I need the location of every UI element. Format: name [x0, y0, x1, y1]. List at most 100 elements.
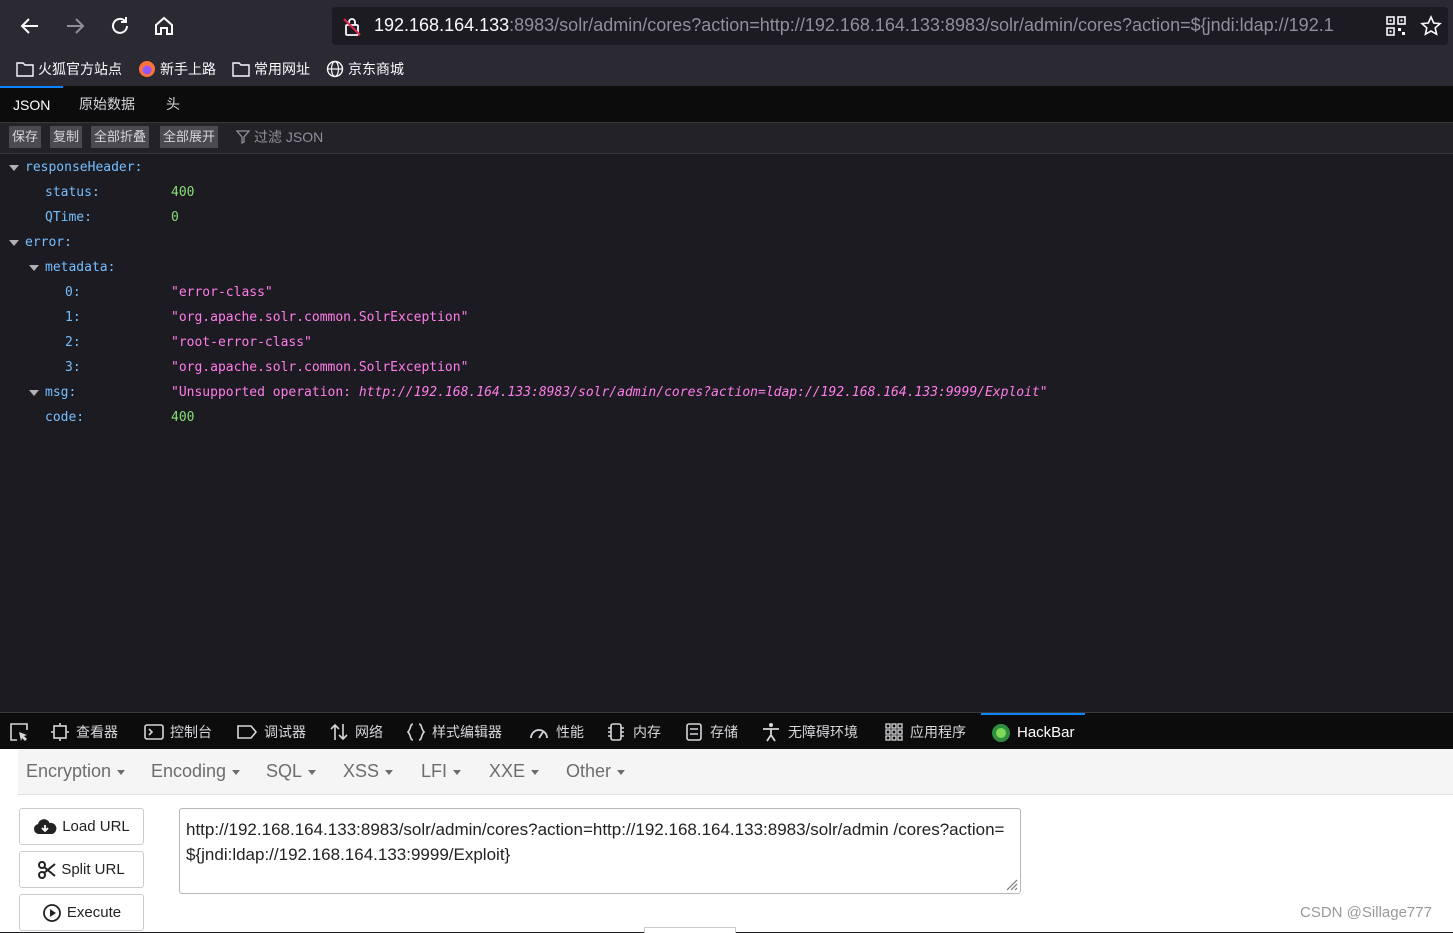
url-textarea[interactable]: http://192.168.164.133:8983/solr/admin/c…: [179, 808, 1021, 894]
menu-xss[interactable]: XSS: [343, 749, 394, 794]
expand-triangle-icon[interactable]: [29, 265, 39, 271]
qr-code-icon[interactable]: [1386, 16, 1406, 40]
msg-url-link[interactable]: http://192.168.164.133:8983/solr/admin/c…: [359, 385, 1040, 400]
menu-label: Encryption: [26, 761, 112, 781]
tab-application[interactable]: 应用程序: [884, 713, 966, 750]
menu-label: LFI: [421, 761, 448, 781]
tab-console[interactable]: 控制台: [144, 713, 212, 750]
tab-storage[interactable]: 存储: [684, 713, 738, 750]
key-metadata-0: 0:: [65, 285, 81, 300]
style-editor-icon: [406, 722, 426, 741]
play-circle-icon: [42, 903, 61, 922]
url-bar-actions: [1374, 7, 1448, 45]
hackbar-menu: Encryption Encoding SQL XSS LFI XXE Othe…: [18, 749, 1453, 795]
expand-triangle-icon[interactable]: [9, 240, 19, 246]
tab-hackbar[interactable]: HackBar: [981, 713, 1085, 750]
value-qtime: 0: [171, 210, 179, 225]
split-url-label: Split URL: [61, 861, 125, 878]
tab-performance[interactable]: 性能: [528, 713, 584, 750]
forward-arrow-icon[interactable]: [61, 12, 89, 40]
bookmark-common-sites[interactable]: 常用网址: [232, 59, 310, 79]
url-bar[interactable]: 192.168.164.133:8983/solr/admin/cores?ac…: [332, 7, 1448, 45]
tab-memory[interactable]: 内存: [605, 713, 661, 750]
tree-row-status[interactable]: status:: [45, 180, 100, 205]
bookmark-firefox-official[interactable]: 火狐官方站点: [16, 59, 122, 79]
devtools-tabbar: 查看器 控制台 调试器 网络 样式编辑器 性能 内存 存储 无障碍环境 应用程序…: [0, 712, 1453, 750]
tab-style-editor[interactable]: 样式编辑器: [406, 713, 502, 750]
bookmark-jd-mall[interactable]: 京东商城: [326, 59, 404, 79]
tab-inspector[interactable]: 查看器: [50, 713, 118, 750]
tab-raw-data[interactable]: 原始数据: [79, 86, 135, 122]
filter-json-input[interactable]: 过滤 JSON: [236, 127, 323, 147]
key-code: code:: [45, 410, 85, 425]
key-error: error:: [25, 235, 72, 250]
reload-icon[interactable]: [106, 12, 134, 40]
key-qtime: QTime:: [45, 210, 92, 225]
network-icon: [330, 723, 348, 740]
value-metadata-2: "root-error-class": [171, 335, 312, 350]
save-button[interactable]: 保存: [9, 126, 42, 148]
insecure-lock-icon[interactable]: [342, 17, 362, 41]
folder-icon: [232, 62, 250, 77]
bookmark-getting-started[interactable]: 新手上路: [138, 59, 216, 79]
tab-label: 性能: [556, 723, 584, 740]
bookmark-star-icon[interactable]: [1420, 15, 1442, 41]
filter-placeholder: 过滤 JSON: [254, 129, 324, 145]
scissors-icon: [38, 860, 56, 879]
key-metadata: metadata:: [45, 260, 116, 275]
tab-accessibility[interactable]: 无障碍环境: [760, 713, 858, 750]
key-metadata-3: 3:: [65, 360, 81, 375]
url-text: 192.168.164.133:8983/solr/admin/cores?ac…: [374, 15, 1334, 36]
menu-lfi[interactable]: LFI: [421, 749, 462, 794]
key-status: status:: [45, 185, 100, 200]
bookmarks-bar: 火狐官方站点 新手上路 常用网址 京东商城: [0, 56, 404, 82]
load-url-button[interactable]: Load URL: [19, 808, 144, 845]
menu-label: XSS: [343, 761, 380, 781]
collapse-all-button[interactable]: 全部折叠: [91, 126, 150, 148]
menu-label: Encoding: [151, 761, 227, 781]
resize-grip-icon[interactable]: [1004, 877, 1018, 891]
tree-row-metadata[interactable]: metadata:: [0, 255, 200, 280]
menu-label: SQL: [266, 761, 303, 781]
globe-icon: [326, 60, 344, 78]
hackbar-panel: Encryption Encoding SQL XSS LFI XXE Othe…: [0, 749, 1453, 933]
back-arrow-icon[interactable]: [16, 12, 44, 40]
console-icon: [144, 723, 164, 740]
tab-network[interactable]: 网络: [329, 713, 383, 750]
tab-headers[interactable]: 头: [166, 86, 180, 122]
filter-icon: [236, 130, 250, 144]
tab-label: 应用程序: [910, 723, 966, 740]
home-icon[interactable]: [150, 12, 178, 40]
caret-down-icon: [117, 769, 126, 775]
tree-row-msg[interactable]: msg:: [0, 380, 160, 405]
debugger-icon: [237, 724, 258, 739]
expand-triangle-icon[interactable]: [29, 390, 39, 396]
caret-down-icon: [308, 769, 317, 775]
menu-sql[interactable]: SQL: [266, 749, 317, 794]
value-metadata-1: "org.apache.solr.common.SolrException": [171, 310, 469, 325]
cloud-download-icon: [34, 818, 57, 834]
tab-json[interactable]: JSON: [0, 86, 64, 124]
tab-debugger[interactable]: 调试器: [236, 713, 306, 750]
tab-label: 存储: [710, 723, 738, 740]
copy-button[interactable]: 复制: [50, 126, 83, 148]
tree-row-qtime[interactable]: QTime:: [45, 205, 92, 230]
accessibility-icon: [763, 722, 779, 741]
menu-label: Other: [566, 761, 612, 781]
element-picker-button[interactable]: [8, 713, 36, 750]
caret-down-icon: [385, 769, 394, 775]
menu-encoding[interactable]: Encoding: [151, 749, 241, 794]
panel-bottom-tab[interactable]: [644, 927, 736, 933]
application-grid-icon: [885, 722, 903, 741]
performance-icon: [530, 728, 548, 738]
expand-triangle-icon[interactable]: [9, 165, 19, 171]
expand-all-button[interactable]: 全部展开: [160, 126, 219, 148]
split-url-button[interactable]: Split URL: [19, 851, 144, 888]
menu-other[interactable]: Other: [566, 749, 626, 794]
menu-encryption[interactable]: Encryption: [26, 749, 126, 794]
execute-button[interactable]: Execute: [19, 894, 144, 931]
browser-toolbar: 192.168.164.133:8983/solr/admin/cores?ac…: [0, 0, 1453, 86]
value-metadata-0: "error-class": [171, 285, 273, 300]
menu-xxe[interactable]: XXE: [489, 749, 540, 794]
element-picker-icon: [10, 722, 28, 741]
